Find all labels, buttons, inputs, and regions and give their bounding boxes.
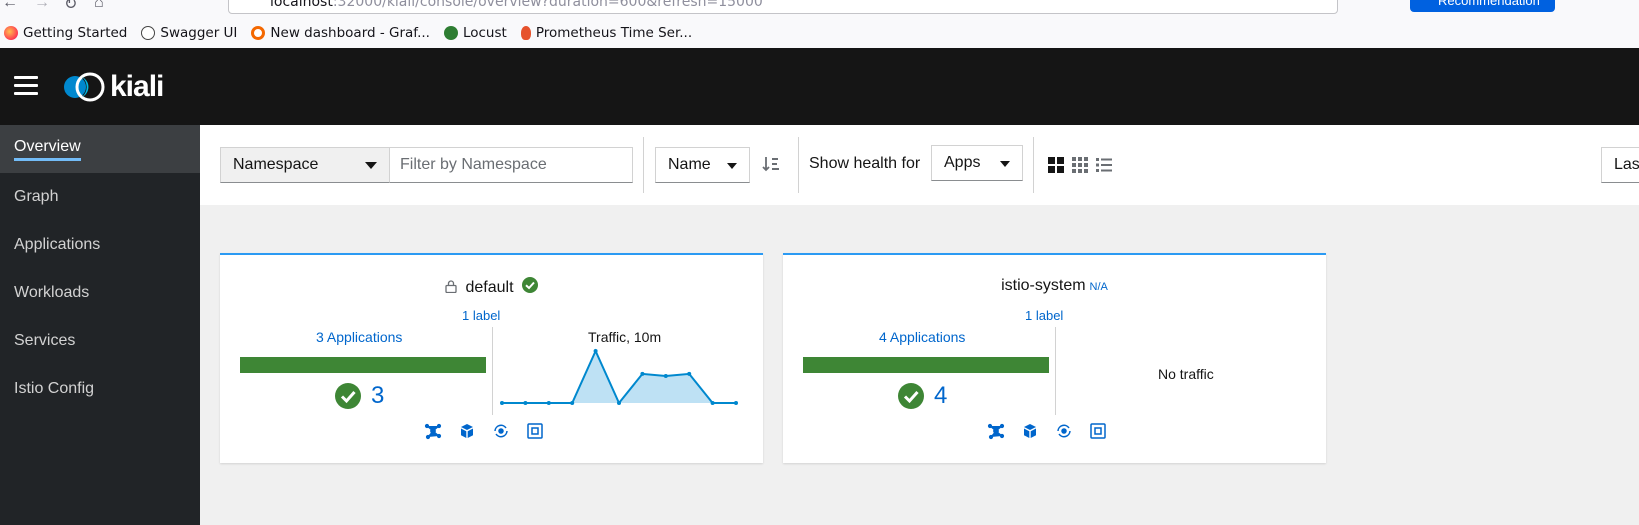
traffic-area — [502, 351, 736, 403]
kiali-logo-icon — [64, 72, 105, 102]
recommendation-button[interactable]: Recommendation — [1410, 0, 1555, 12]
hamburger-menu-icon[interactable] — [14, 76, 38, 96]
traffic-point — [593, 349, 598, 353]
sidebar: Overview Graph Applications Workloads Se… — [0, 125, 200, 525]
divider — [1055, 327, 1056, 415]
health-type-select[interactable]: Apps — [931, 145, 1023, 181]
traffic-point — [523, 401, 528, 405]
sidebar-item-workloads[interactable]: Workloads — [0, 269, 200, 317]
graph-link-icon[interactable] — [424, 422, 442, 440]
traffic-point — [617, 401, 621, 405]
namespace-name[interactable]: default — [465, 279, 513, 296]
overview-toolbar: Namespace Filter by Namespace Name Show … — [200, 125, 1639, 205]
divider — [643, 137, 644, 193]
prometheus-icon — [520, 26, 531, 40]
istio-config-link-icon[interactable] — [526, 422, 544, 440]
traffic-point — [570, 401, 575, 405]
caret-down-icon — [365, 162, 377, 169]
health-count[interactable]: 3 — [335, 382, 384, 410]
main-content: Namespace Filter by Namespace Name Show … — [200, 125, 1639, 525]
health-count[interactable]: 4 — [898, 382, 947, 410]
traffic-point — [710, 401, 715, 405]
traffic-point — [663, 373, 668, 378]
caret-down-icon — [1000, 161, 1010, 167]
health-for-label: Show health for — [809, 155, 921, 172]
card-title: istio-system N/A — [783, 277, 1326, 295]
health-status-na: N/A — [1089, 281, 1108, 293]
sort-direction-icon[interactable] — [762, 155, 780, 173]
no-traffic-message: No traffic — [1158, 366, 1214, 382]
applications-link[interactable]: 3 Applications — [316, 329, 402, 345]
sidebar-item-applications[interactable]: Applications — [0, 221, 200, 269]
bookmark-prometheus[interactable]: Prometheus Time Ser... — [520, 25, 692, 41]
card-title: default — [220, 277, 763, 297]
back-icon[interactable]: ← — [2, 0, 18, 12]
masthead: kiali — [0, 48, 1639, 125]
lock-icon — [445, 280, 457, 294]
workloads-link-icon[interactable] — [1055, 422, 1073, 440]
workloads-link-icon[interactable] — [492, 422, 510, 440]
namespace-card-default: default 1 label 3 Applications 3 Traffic… — [220, 253, 763, 463]
logo-text: kiali — [110, 70, 164, 103]
sidebar-item-services[interactable]: Services — [0, 317, 200, 365]
duration-select[interactable]: Last — [1601, 147, 1639, 183]
applications-link-icon[interactable] — [1021, 422, 1039, 440]
filter-type-select[interactable]: Namespace — [220, 147, 390, 183]
divider — [1033, 137, 1034, 193]
traffic-point — [687, 371, 692, 376]
reload-icon[interactable]: ↻ — [64, 0, 77, 14]
traffic-sparkline[interactable] — [493, 347, 743, 407]
bookmark-grafana[interactable]: New dashboard - Graf... — [251, 25, 430, 41]
card-links — [987, 422, 1123, 440]
traffic-point — [500, 401, 504, 405]
graph-link-icon[interactable] — [987, 422, 1005, 440]
labels-link[interactable]: 1 label — [1025, 308, 1063, 323]
sidebar-item-graph[interactable]: Graph — [0, 173, 200, 221]
bookmark-locust[interactable]: Locust — [443, 25, 507, 41]
sort-field-select[interactable]: Name — [655, 147, 750, 183]
forward-icon[interactable]: → — [34, 0, 50, 12]
namespace-name[interactable]: istio-system — [1001, 277, 1085, 294]
browser-toolbar: ← → ↻ ⌂ localhost:32000/kiali/console/ov… — [0, 0, 1639, 18]
bookmark-swagger-ui[interactable]: Swagger UI — [141, 25, 237, 41]
divider — [798, 137, 799, 193]
bookmarks-bar: Getting Started Swagger UI New dashboard… — [0, 18, 1639, 48]
traffic-chart-title: Traffic, 10m — [588, 329, 662, 345]
card-links — [424, 422, 560, 440]
compact-view-icon[interactable] — [1072, 157, 1088, 173]
globe-icon — [141, 26, 156, 40]
list-view-icon[interactable] — [1096, 157, 1112, 173]
grafana-icon — [251, 26, 266, 40]
sidebar-item-istio-config[interactable]: Istio Config — [0, 365, 200, 413]
kiali-logo[interactable]: kiali — [62, 70, 164, 104]
health-bar — [240, 357, 486, 373]
namespace-filter-input[interactable]: Filter by Namespace — [389, 147, 633, 183]
firefox-icon — [4, 26, 18, 40]
sidebar-item-overview[interactable]: Overview — [0, 125, 200, 173]
traffic-point — [734, 401, 738, 405]
labels-link[interactable]: 1 label — [462, 308, 500, 323]
traffic-point — [546, 401, 551, 405]
healthy-check-icon — [898, 383, 924, 409]
traffic-point — [640, 371, 645, 376]
health-bar — [803, 357, 1049, 373]
url-text: localhost:32000/kiali/console/overview?d… — [270, 0, 763, 10]
locust-icon — [443, 26, 458, 40]
healthy-check-icon — [521, 277, 538, 293]
namespace-card-istio-system: istio-system N/A 1 label 4 Applications 4… — [783, 253, 1326, 463]
healthy-check-icon — [335, 383, 361, 409]
applications-link[interactable]: 4 Applications — [879, 329, 965, 345]
expand-view-icon[interactable] — [1048, 157, 1064, 173]
bookmark-getting-started[interactable]: Getting Started — [4, 25, 127, 41]
istio-config-link-icon[interactable] — [1089, 422, 1107, 440]
caret-down-icon — [727, 163, 737, 169]
home-icon[interactable]: ⌂ — [94, 0, 104, 12]
applications-link-icon[interactable] — [458, 422, 476, 440]
